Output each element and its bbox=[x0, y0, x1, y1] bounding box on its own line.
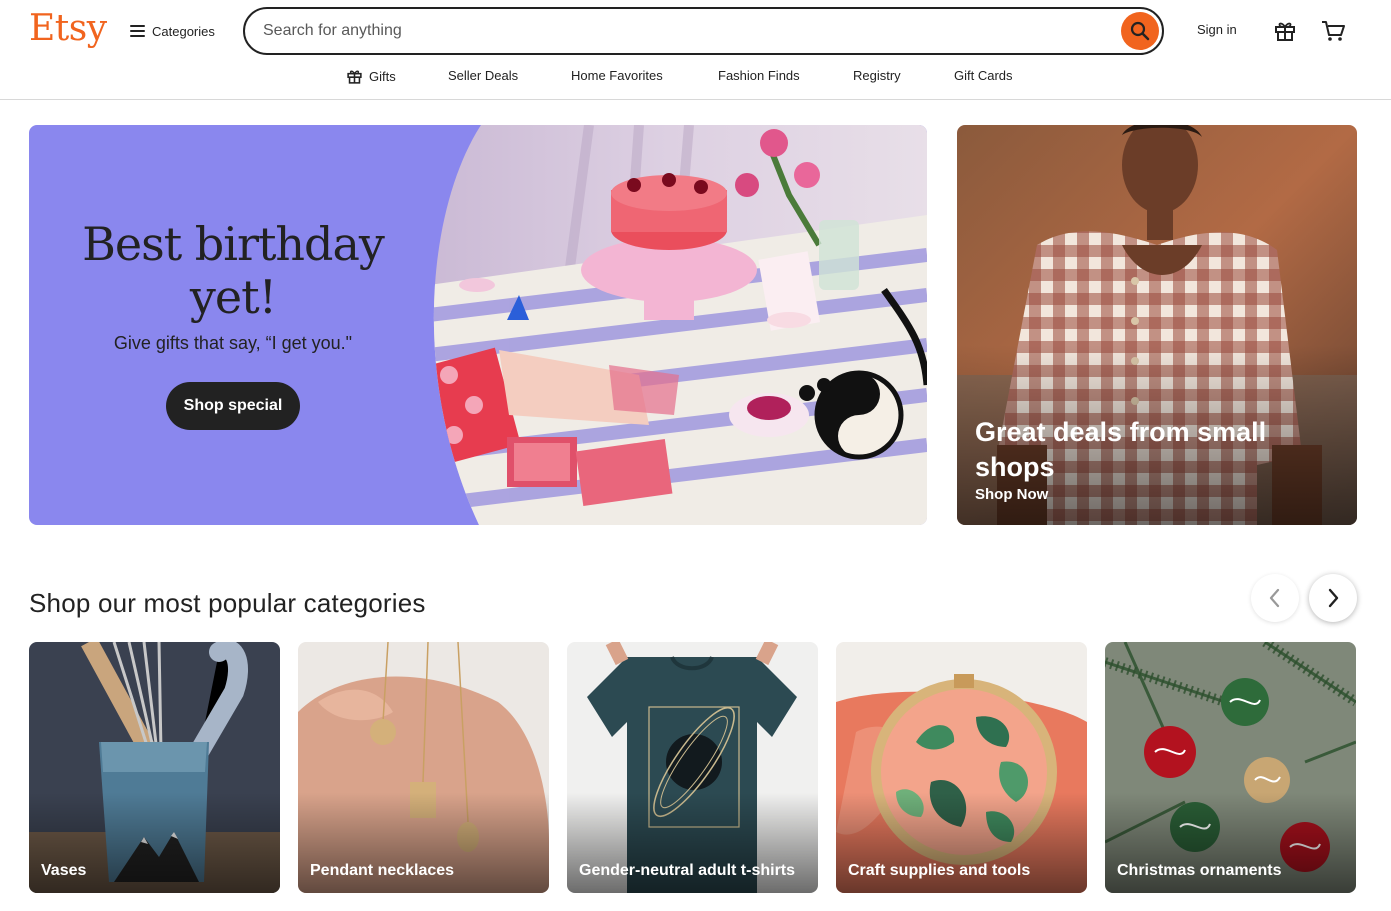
hero-subtitle: Give gifts that say, “I get you." bbox=[113, 333, 353, 353]
hero-banner[interactable]: Best birthday yet! Give gifts that say, … bbox=[29, 125, 927, 525]
category-card-t-shirts[interactable]: Gender-neutral adult t-shirts bbox=[567, 642, 818, 893]
etsy-logo[interactable]: Etsy bbox=[29, 8, 107, 49]
necklaces-photo bbox=[298, 642, 549, 893]
subnav-registry[interactable]: Registry bbox=[853, 68, 901, 83]
shop-now-link[interactable]: Shop Now bbox=[975, 486, 1048, 503]
carousel-next-button[interactable] bbox=[1309, 574, 1357, 622]
embroidery-photo bbox=[836, 642, 1087, 893]
subnav-gift-cards[interactable]: Gift Cards bbox=[954, 68, 1013, 83]
cart-icon[interactable] bbox=[1320, 18, 1346, 44]
search-bar bbox=[243, 7, 1164, 55]
category-label: Craft supplies and tools bbox=[848, 862, 1031, 879]
categories-button[interactable]: Categories bbox=[130, 20, 215, 42]
site-header: Etsy Categories Sign in bbox=[0, 0, 1391, 100]
subnav-label: Gifts bbox=[369, 69, 396, 84]
search-button[interactable] bbox=[1121, 12, 1159, 50]
shop-special-button[interactable]: Shop special bbox=[166, 382, 300, 430]
category-label: Vases bbox=[41, 862, 87, 879]
category-label: Gender-neutral adult t-shirts bbox=[579, 862, 796, 879]
categories-label: Categories bbox=[152, 23, 215, 39]
subnav-seller-deals[interactable]: Seller Deals bbox=[448, 68, 518, 83]
chevron-right-icon bbox=[1328, 588, 1339, 608]
hero-birthday-photo bbox=[433, 125, 927, 525]
great-deals-card[interactable]: Great deals from small shops Shop Now bbox=[957, 125, 1357, 525]
category-card-vases[interactable]: Vases bbox=[29, 642, 280, 893]
tshirt-photo bbox=[567, 642, 818, 893]
subnav-fashion-finds[interactable]: Fashion Finds bbox=[718, 68, 800, 83]
subnav-home-favorites[interactable]: Home Favorites bbox=[571, 68, 663, 83]
ornaments-photo bbox=[1105, 642, 1356, 893]
subnav-gifts[interactable]: Gifts bbox=[346, 68, 396, 85]
hero-title: Best birthday yet! bbox=[82, 217, 385, 324]
sub-navigation: Gifts Seller Deals Home Favorites Fashio… bbox=[0, 66, 1391, 88]
deal-title: Great deals from small shops bbox=[975, 417, 1267, 482]
category-card-craft-supplies[interactable]: Craft supplies and tools bbox=[836, 642, 1087, 893]
menu-icon bbox=[130, 25, 145, 37]
section-title: Shop our most popular categories bbox=[29, 588, 426, 618]
chevron-left-icon bbox=[1269, 588, 1280, 608]
category-label: Pendant necklaces bbox=[310, 862, 455, 879]
search-icon bbox=[1130, 21, 1150, 41]
category-card-christmas-ornaments[interactable]: Christmas ornaments bbox=[1105, 642, 1356, 893]
sign-in-link[interactable]: Sign in bbox=[1197, 22, 1237, 37]
search-input[interactable] bbox=[263, 22, 1093, 40]
category-card-pendant-necklaces[interactable]: Pendant necklaces bbox=[298, 642, 549, 893]
gift-icon[interactable] bbox=[1272, 18, 1298, 44]
category-label: Christmas ornaments bbox=[1117, 862, 1282, 879]
vases-photo bbox=[29, 642, 280, 893]
carousel-prev-button[interactable] bbox=[1251, 574, 1299, 622]
gift-icon bbox=[347, 70, 362, 84]
